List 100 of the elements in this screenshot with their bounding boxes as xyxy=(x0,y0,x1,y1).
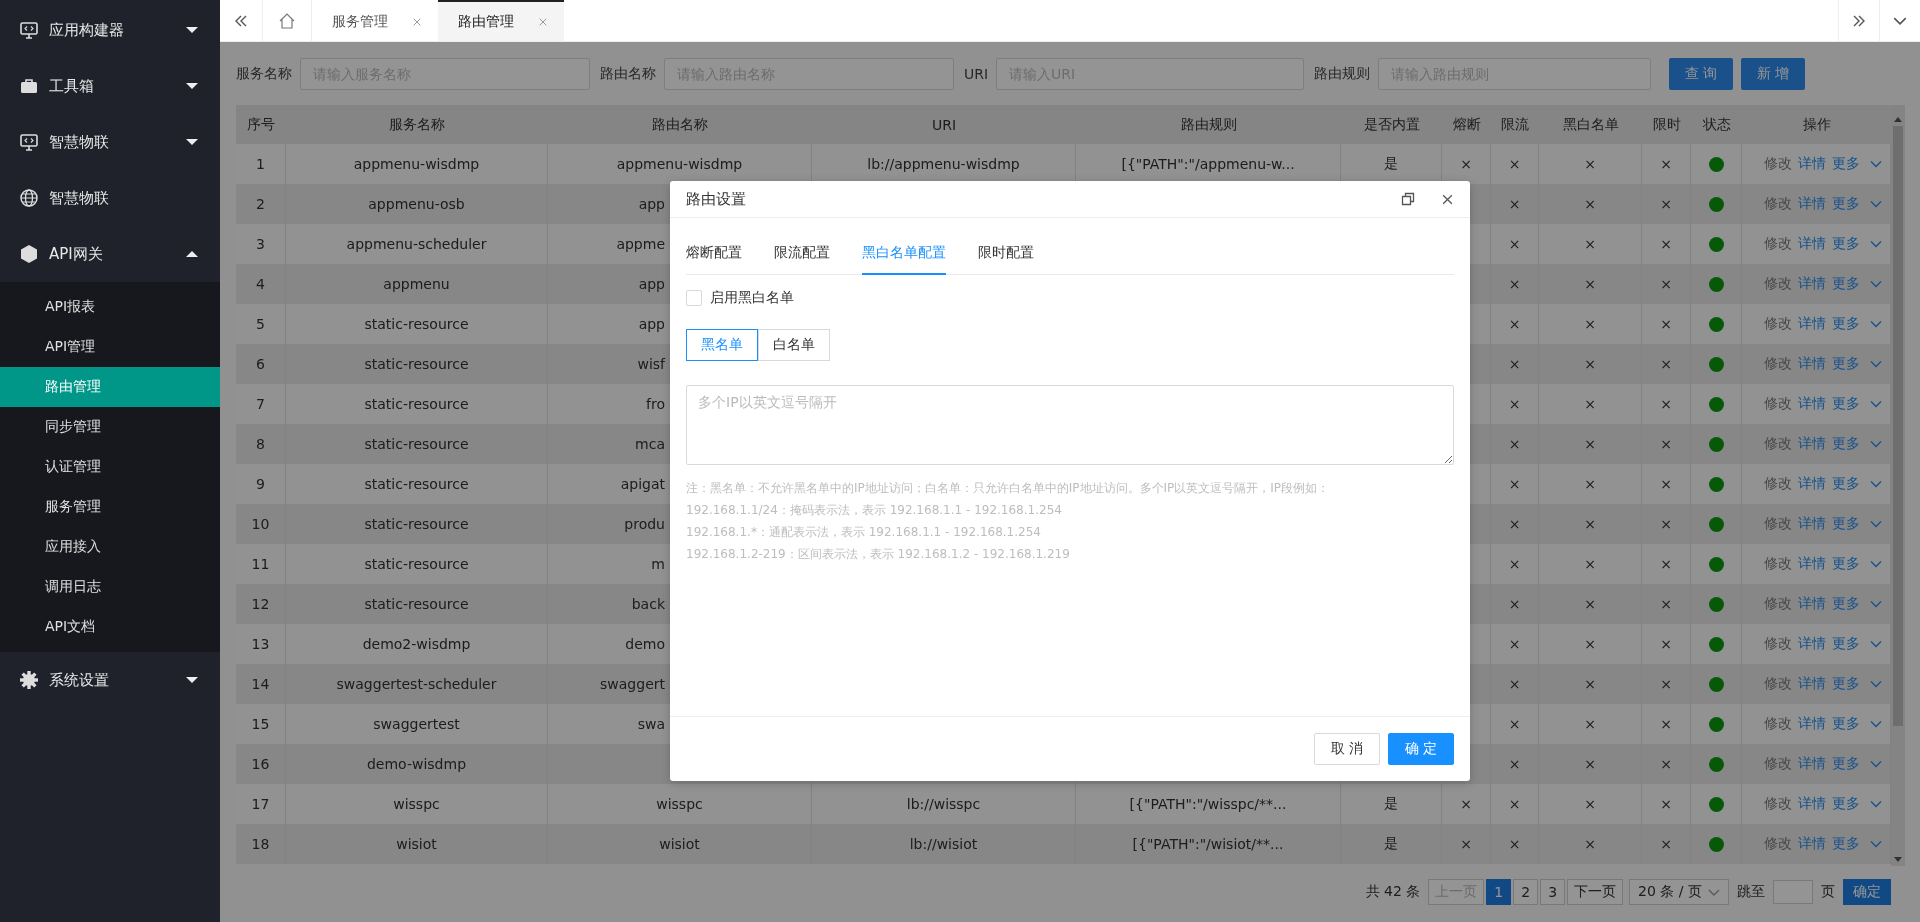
action-link[interactable]: 更多 xyxy=(1832,715,1860,733)
action-link[interactable]: 详情 xyxy=(1798,515,1826,533)
action-link[interactable]: 更多 xyxy=(1832,395,1860,413)
menu-item[interactable]: 智慧物联 xyxy=(0,170,220,226)
submenu-item[interactable]: 路由管理 xyxy=(0,367,220,407)
cancel-button[interactable]: 取 消 xyxy=(1314,733,1380,765)
chevron-down-icon[interactable] xyxy=(1870,680,1882,688)
checkbox[interactable] xyxy=(686,290,702,306)
confirm-button[interactable]: 确 定 xyxy=(1388,733,1454,765)
action-link[interactable]: 详情 xyxy=(1798,555,1826,573)
page-button[interactable]: 2 xyxy=(1513,879,1539,905)
chevron-down-icon[interactable] xyxy=(1870,800,1882,808)
ip-list-field[interactable]: 多个IP以英文逗号隔开 xyxy=(686,385,1454,465)
submenu-item[interactable]: 服务管理 xyxy=(0,487,220,527)
action-link[interactable]: 详情 xyxy=(1798,595,1826,613)
action-link[interactable]: 详情 xyxy=(1798,715,1826,733)
submenu-item[interactable]: 认证管理 xyxy=(0,447,220,487)
chevron-down-icon[interactable] xyxy=(1870,520,1882,528)
tab[interactable]: 限时配置 xyxy=(978,234,1034,275)
chevron-down-icon[interactable] xyxy=(1870,240,1882,248)
chevron-down-icon[interactable] xyxy=(1870,640,1882,648)
page-button[interactable]: 1 xyxy=(1486,879,1512,905)
submenu-item[interactable]: API管理 xyxy=(0,327,220,367)
action-link[interactable]: 更多 xyxy=(1832,635,1860,653)
chevron-down-icon[interactable] xyxy=(1870,160,1882,168)
action-link[interactable]: 详情 xyxy=(1798,195,1826,213)
action-link[interactable]: 详情 xyxy=(1798,275,1826,293)
action-link[interactable]: 更多 xyxy=(1832,235,1860,253)
submenu-item[interactable]: API文档 xyxy=(0,607,220,647)
action-link: 修改 xyxy=(1764,715,1792,733)
action-link[interactable]: 更多 xyxy=(1832,675,1860,693)
menu-item[interactable]: 系统设置 xyxy=(0,652,220,708)
chevron-down-icon[interactable] xyxy=(1870,200,1882,208)
chevron-down-icon[interactable] xyxy=(1870,360,1882,368)
action-link[interactable]: 详情 xyxy=(1798,475,1826,493)
action-link[interactable]: 更多 xyxy=(1832,355,1860,373)
search-button[interactable]: 查 询 xyxy=(1669,58,1734,90)
menu-item[interactable]: API网关 xyxy=(0,226,220,282)
action-link[interactable]: 更多 xyxy=(1832,795,1860,813)
action-link[interactable]: 详情 xyxy=(1798,155,1826,173)
add-button[interactable]: 新 增 xyxy=(1741,58,1806,90)
action-link[interactable]: 详情 xyxy=(1798,395,1826,413)
go-button[interactable]: 确定 xyxy=(1843,879,1891,905)
action-link[interactable]: 详情 xyxy=(1798,235,1826,253)
submenu-item[interactable]: 调用日志 xyxy=(0,567,220,607)
page-button[interactable]: 3 xyxy=(1540,879,1566,905)
action-link[interactable]: 更多 xyxy=(1832,315,1860,333)
close-icon[interactable] xyxy=(1441,192,1454,206)
chevron-down-icon[interactable] xyxy=(1870,280,1882,288)
chevron-down-icon[interactable] xyxy=(1870,440,1882,448)
action-link[interactable]: 详情 xyxy=(1798,755,1826,773)
submenu-item[interactable]: 应用接入 xyxy=(0,527,220,567)
action-link[interactable]: 更多 xyxy=(1832,475,1860,493)
segment-button[interactable]: 白名单 xyxy=(758,329,830,361)
action-link[interactable]: 更多 xyxy=(1832,595,1860,613)
action-link[interactable]: 更多 xyxy=(1832,275,1860,293)
caret-down-icon xyxy=(185,82,199,90)
action-link[interactable]: 更多 xyxy=(1832,435,1860,453)
next-page-button[interactable]: 下一页 xyxy=(1567,879,1624,905)
action-link[interactable]: 详情 xyxy=(1798,355,1826,373)
scrollbar[interactable] xyxy=(1891,105,1905,866)
chevron-down-icon[interactable] xyxy=(1870,720,1882,728)
chevron-down-icon[interactable] xyxy=(1870,600,1882,608)
menu-item[interactable]: 应用构建器 xyxy=(0,2,220,58)
caret-down-icon xyxy=(185,26,199,34)
chevron-down-icon[interactable] xyxy=(1870,320,1882,328)
submenu-item[interactable]: 同步管理 xyxy=(0,407,220,447)
action-link[interactable]: 详情 xyxy=(1798,635,1826,653)
page-jump-field[interactable] xyxy=(1773,880,1813,904)
restore-icon[interactable] xyxy=(1401,192,1415,206)
chevron-down-icon[interactable] xyxy=(1870,760,1882,768)
page-size-select[interactable]: 20 条 / 页 xyxy=(1629,879,1729,905)
chevron-down-icon[interactable] xyxy=(1870,560,1882,568)
page-tab[interactable]: 服务管理 xyxy=(312,0,438,41)
tab[interactable]: 黑白名单配置 xyxy=(862,234,946,275)
action-link[interactable]: 更多 xyxy=(1832,755,1860,773)
action-link[interactable]: 更多 xyxy=(1832,835,1860,853)
globe-icon xyxy=(19,188,39,208)
action-link[interactable]: 详情 xyxy=(1798,315,1826,333)
action-link[interactable]: 详情 xyxy=(1798,795,1826,813)
chevron-down-icon[interactable] xyxy=(1870,480,1882,488)
chevron-down-icon[interactable] xyxy=(1870,840,1882,848)
menu-item[interactable]: 智慧物联 xyxy=(0,114,220,170)
action-link[interactable]: 详情 xyxy=(1798,675,1826,693)
action-link[interactable]: 更多 xyxy=(1832,195,1860,213)
segment-button[interactable]: 黑名单 xyxy=(686,329,758,361)
action-link[interactable]: 更多 xyxy=(1832,555,1860,573)
action-link: 修改 xyxy=(1764,675,1792,693)
action-link[interactable]: 更多 xyxy=(1832,515,1860,533)
page-tab[interactable]: 路由管理 xyxy=(438,0,564,41)
table-cell: 是 xyxy=(1341,824,1442,864)
menu-item[interactable]: 工具箱 xyxy=(0,58,220,114)
hexagon-icon xyxy=(19,244,39,264)
action-link[interactable]: 更多 xyxy=(1832,155,1860,173)
chevron-down-icon[interactable] xyxy=(1870,400,1882,408)
chevron-down-icon xyxy=(1708,888,1720,896)
action-link[interactable]: 详情 xyxy=(1798,835,1826,853)
submenu-item[interactable]: API报表 xyxy=(0,287,220,327)
action-link[interactable]: 详情 xyxy=(1798,435,1826,453)
monitor-icon xyxy=(19,132,39,152)
